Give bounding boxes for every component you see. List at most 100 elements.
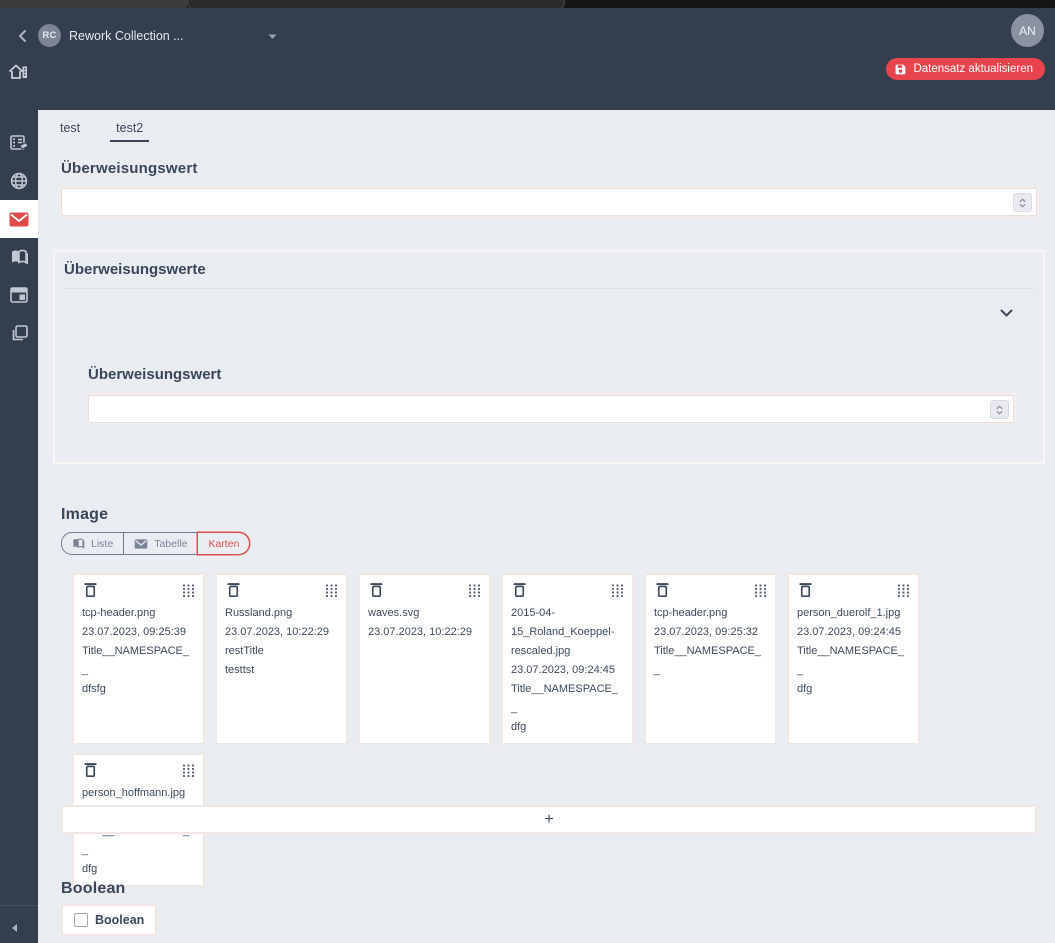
mail-icon	[9, 212, 29, 227]
sidebar-item-mail[interactable]	[0, 200, 38, 238]
chevron-down-icon[interactable]	[268, 27, 277, 45]
home-icon[interactable]	[6, 61, 32, 85]
book-icon	[10, 249, 29, 265]
delete-icon[interactable]	[82, 762, 98, 778]
card-title-key: Title__NAMESPACE__	[511, 680, 624, 718]
delete-icon[interactable]	[225, 582, 241, 598]
delete-icon[interactable]	[368, 582, 384, 598]
card-filename: tcp-header.png	[82, 604, 195, 623]
image-card[interactable]: person_duerolf_1.jpg 23.07.2023, 09:24:4…	[787, 573, 920, 745]
image-card[interactable]: Russland.png 23.07.2023, 10:22:29 restTi…	[215, 573, 348, 745]
delete-icon[interactable]	[511, 582, 527, 598]
field1-input[interactable]	[68, 190, 1010, 214]
panel-collapse-chevron-icon[interactable]	[997, 304, 1015, 322]
browser-chrome-left	[0, 0, 187, 8]
image-card[interactable]: 2015-04-15_Roland_Koep­pel-rescaled.jpg …	[501, 573, 634, 745]
card-icon-row	[654, 582, 767, 598]
view-toggle-tabelle-label: Tabelle	[154, 538, 187, 550]
browser-tab-shape	[187, 0, 565, 8]
panel-field-input[interactable]	[95, 397, 987, 421]
drag-handle-icon[interactable]	[754, 584, 767, 597]
sidebar-item-globe[interactable]	[0, 162, 38, 200]
sidebar-item-table[interactable]	[0, 276, 38, 314]
card-subtitle: dfg	[82, 860, 195, 879]
app-header: RC Rework Collection ... AN Datensatz ak…	[0, 8, 1055, 110]
drag-handle-icon[interactable]	[182, 584, 195, 597]
image-cards-grid: tcp-header.png 23.07.2023, 09:25:39 Titl…	[72, 573, 1022, 887]
book-icon	[72, 538, 85, 549]
card-icon-row	[225, 582, 338, 598]
card-filename: person_hoffmann.jpg	[82, 784, 195, 803]
view-toggle-tabelle[interactable]: Tabelle	[124, 533, 198, 554]
card-date: 23.07.2023, 09:25:39	[82, 623, 195, 642]
panel-field-wrapper	[88, 395, 1014, 423]
delete-icon[interactable]	[654, 582, 670, 598]
card-date: 23.07.2023, 10:22:29	[225, 623, 338, 642]
panel-field-label: Überweisungswert	[88, 366, 221, 383]
save-button[interactable]: Datensatz aktualisieren	[886, 58, 1045, 80]
delete-icon[interactable]	[797, 582, 813, 598]
field1-wrapper	[61, 188, 1037, 216]
card-filename: tcp-header.png	[654, 604, 767, 623]
boolean-toggle[interactable]: Boolean	[61, 904, 157, 936]
card-title-key: restTitle	[225, 642, 338, 661]
drag-handle-icon[interactable]	[897, 584, 910, 597]
card-filename: 2015-04-15_Roland_Koep­pel-rescaled.jpg	[511, 604, 624, 661]
main-content: test test2 Überweisungswert Überweisungs…	[38, 110, 1055, 943]
view-toggle-liste[interactable]: Liste	[62, 533, 124, 554]
drag-handle-icon[interactable]	[182, 764, 195, 777]
checkbox-icon[interactable]	[74, 913, 88, 927]
card-filename: waves.svg	[368, 604, 481, 623]
card-date: 23.07.2023, 10:22:29	[368, 623, 481, 642]
view-toggle: Liste Tabelle Karten	[61, 532, 250, 555]
field1-label: Überweisungswert	[61, 160, 198, 177]
card-filename: person_duerolf_1.jpg	[797, 604, 910, 623]
sidebar-collapse-icon[interactable]	[6, 921, 22, 937]
collapse-left-icon[interactable]	[14, 30, 30, 46]
card-title-key: Title__NAMESPACE__	[797, 642, 910, 680]
copy-icon	[11, 325, 28, 342]
card-date: 23.07.2023, 09:25:32	[654, 623, 767, 642]
sidebar-item-copy[interactable]	[0, 314, 38, 352]
drag-handle-icon[interactable]	[611, 584, 624, 597]
field1-spinner[interactable]	[1013, 193, 1032, 212]
browser-chrome-strip	[0, 0, 1055, 8]
delete-icon[interactable]	[82, 582, 98, 598]
card-subtitle: dfg	[797, 680, 910, 699]
table-icon	[10, 287, 28, 303]
view-toggle-liste-label: Liste	[91, 538, 113, 550]
media-icon	[10, 135, 29, 152]
save-button-label: Datensatz aktualisieren	[913, 63, 1033, 75]
boolean-label: Boolean	[95, 913, 144, 927]
sidebar-item-book[interactable]	[0, 238, 38, 276]
tab-test2[interactable]: test2	[110, 120, 149, 142]
mail-icon	[134, 539, 148, 549]
workspace-switcher[interactable]: RC Rework Collection ...	[38, 24, 277, 47]
view-toggle-karten[interactable]: Karten	[198, 533, 249, 554]
card-subtitle: dfsfg	[82, 680, 195, 699]
back-chevron-icon	[17, 30, 27, 42]
sidebar-item-media[interactable]	[0, 124, 38, 162]
panel-field-spinner[interactable]	[990, 400, 1009, 419]
image-card[interactable]: tcp-header.png 23.07.2023, 09:25:32 Titl…	[644, 573, 777, 745]
block-panel: Überweisungswerte Überweisungswert	[53, 250, 1045, 464]
workspace-title: Rework Collection ...	[69, 29, 184, 43]
image-section-title: Image	[61, 506, 108, 524]
card-date: 23.07.2023, 09:24:45	[797, 623, 910, 642]
card-subtitle: testtst	[225, 661, 338, 680]
panel-divider	[64, 288, 1034, 289]
save-floppy-icon	[894, 63, 907, 76]
avatar[interactable]: AN	[1011, 14, 1044, 47]
tab-test[interactable]: test	[54, 120, 86, 142]
image-card[interactable]: tcp-header.png 23.07.2023, 09:25:39 Titl…	[72, 573, 205, 745]
drag-handle-icon[interactable]	[325, 584, 338, 597]
card-icon-row	[511, 582, 624, 598]
sidebar	[0, 110, 38, 943]
view-toggle-karten-label: Karten	[208, 538, 239, 550]
workspace-avatar: RC	[38, 24, 61, 47]
add-image-button[interactable]: +	[61, 805, 1037, 834]
panel-title: Überweisungswerte	[64, 261, 206, 278]
card-subtitle: dfg	[511, 718, 624, 737]
drag-handle-icon[interactable]	[468, 584, 481, 597]
image-card[interactable]: waves.svg 23.07.2023, 10:22:29	[358, 573, 491, 745]
